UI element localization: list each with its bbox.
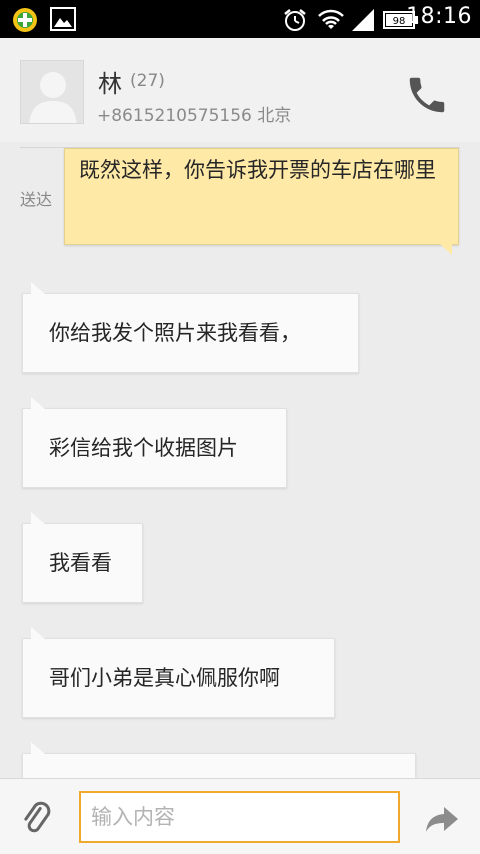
status-bar: 98 18:16	[0, 0, 480, 38]
avatar[interactable]	[20, 60, 84, 124]
bubble-tail	[440, 244, 452, 255]
received-message-bubble[interactable]: 彩信给我个收据图片	[22, 397, 287, 488]
svg-text:98: 98	[393, 16, 406, 27]
wifi-icon	[316, 7, 346, 37]
paperclip-icon	[24, 801, 51, 833]
delivery-status: 送达	[20, 190, 53, 209]
send-button[interactable]	[424, 801, 460, 837]
sent-message-bubble[interactable]: 既然这样，你告诉我开票的车店在哪里	[64, 148, 459, 255]
bubble-tail	[31, 397, 45, 409]
received-message-bubble[interactable]	[22, 742, 416, 778]
message-text: 彩信给我个收据图片	[49, 436, 238, 460]
message-count: (27)	[130, 71, 165, 91]
received-message-bubble[interactable]: 哥们小弟是真心佩服你啊	[22, 627, 335, 718]
attach-button[interactable]	[18, 799, 58, 839]
message-composer	[0, 778, 480, 854]
default-avatar-icon	[29, 72, 77, 123]
conversation-list[interactable]: 送达 既然这样，你告诉我开票的车店在哪里 你给我发个照片来我看看， 彩信给我个收…	[0, 142, 480, 778]
message-text: 我看看	[49, 551, 112, 575]
bubble-tail	[31, 627, 45, 639]
message-input[interactable]	[79, 791, 400, 843]
message-text: 你给我发个照片来我看看，	[49, 321, 301, 345]
alarm-icon	[282, 7, 308, 37]
received-message-bubble[interactable]: 我看看	[22, 512, 143, 603]
clock: 18:16	[406, 4, 472, 29]
bubble-tail	[31, 742, 45, 754]
bubble-tail	[31, 512, 45, 524]
signal-icon	[350, 7, 376, 37]
message-text: 既然这样，你告诉我开票的车店在哪里	[79, 158, 436, 182]
received-message-bubble[interactable]: 你给我发个照片来我看看，	[22, 282, 359, 373]
send-arrow-icon	[426, 807, 458, 832]
app-notification-icon	[12, 7, 38, 37]
image-notification-icon	[50, 7, 76, 35]
message-text: 哥们小弟是真心佩服你啊	[49, 666, 280, 690]
contact-name: 林	[98, 70, 122, 98]
contact-header: 林 (27) +8615210575156 北京	[0, 38, 480, 142]
contact-phone-location: +8615210575156 北京	[97, 106, 292, 126]
phone-icon	[409, 77, 445, 113]
bubble-tail	[31, 282, 45, 294]
call-button[interactable]	[404, 72, 450, 118]
